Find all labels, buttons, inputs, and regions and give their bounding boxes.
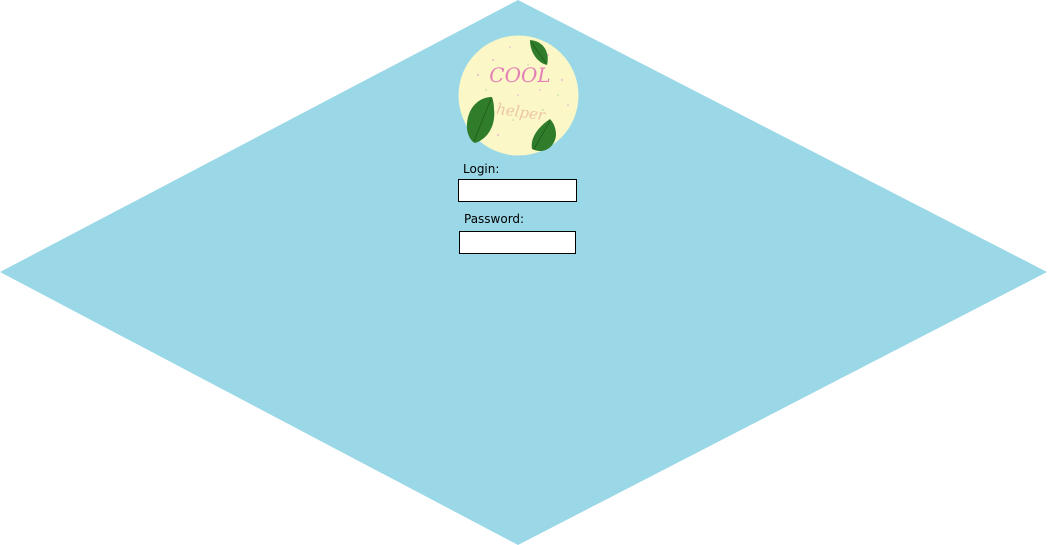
password-label: Password: xyxy=(464,212,525,226)
login-label: Login: xyxy=(463,162,500,176)
logo-title: COOL xyxy=(489,63,550,87)
cool-helper-logo: COOL helper xyxy=(458,35,579,156)
password-input[interactable] xyxy=(459,231,576,254)
login-input[interactable] xyxy=(458,179,577,202)
